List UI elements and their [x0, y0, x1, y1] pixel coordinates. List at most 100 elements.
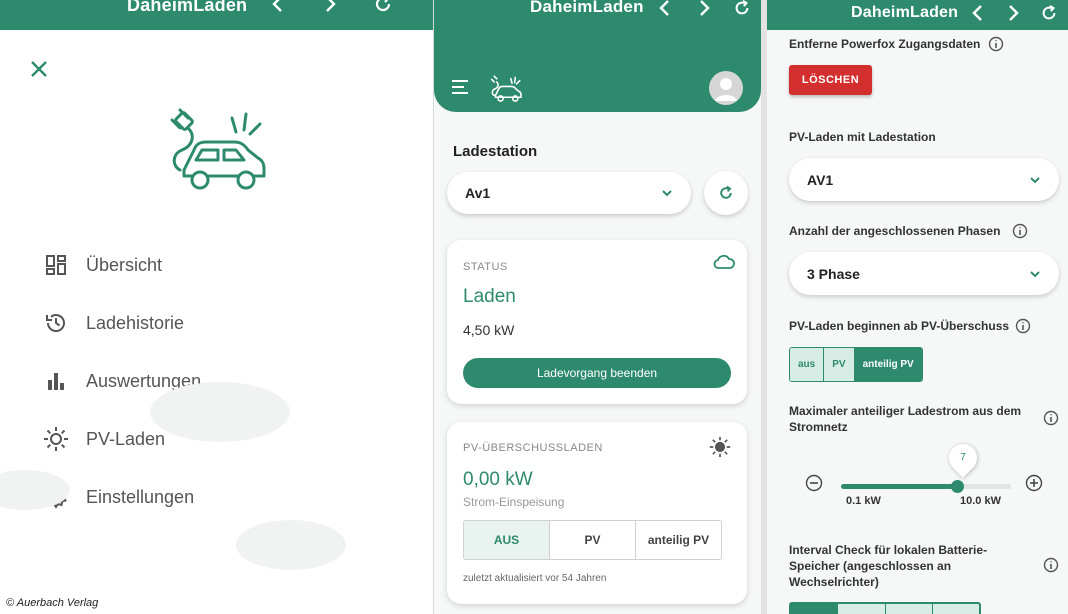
interval-check-label: Interval Check für lokalen Batterie- Spe…: [789, 542, 987, 590]
back-arrow-icon[interactable]: [257, 0, 297, 19]
pv-start-option-aus[interactable]: aus: [790, 348, 825, 381]
increase-button[interactable]: [1025, 474, 1043, 492]
pv-mode-toggle: AUS PV anteilig PV: [463, 520, 722, 560]
section-title-ladestation: Ladestation: [453, 143, 538, 160]
pv-start-toggle: aus PV anteilig PV: [789, 347, 923, 382]
slider-fill: [841, 484, 957, 489]
reload-icon[interactable]: [363, 0, 403, 19]
pv-power: 0,00 kW: [463, 469, 533, 490]
phases-label: Anzahl der angeschlossenen Phasen: [789, 224, 1001, 238]
max-current-label: Maximaler anteiliger Ladestrom aus dem S…: [789, 403, 1021, 435]
refresh-icon: [718, 185, 734, 201]
forward-arrow-icon[interactable]: [311, 0, 351, 19]
menu-item-ladehistorie[interactable]: Ladehistorie: [42, 294, 201, 352]
app-bar: DaheimLaden: [767, 0, 1068, 30]
pv-station-label: PV-Laden mit Ladestation: [789, 130, 936, 144]
menu-item-label: Einstellungen: [86, 486, 195, 507]
menu-item-label: Ladehistorie: [86, 312, 185, 333]
bar-chart-icon: [42, 367, 70, 395]
charging-state: Laden: [463, 286, 516, 307]
avatar[interactable]: [709, 71, 743, 105]
pv-station-select[interactable]: AV1: [789, 158, 1059, 201]
decrease-button[interactable]: [805, 474, 823, 492]
interval-option[interactable]: [886, 604, 933, 614]
slider-min-label: 0.1 kW: [846, 495, 881, 507]
reload-icon[interactable]: [1031, 0, 1068, 28]
background-cloud: [236, 520, 346, 570]
back-arrow-icon[interactable]: [958, 0, 995, 28]
pv-card-label: PV-ÜBERSCHUSSLADEN: [463, 442, 603, 454]
refresh-button[interactable]: [704, 171, 748, 215]
sun-icon: [42, 425, 70, 453]
cloud-icon: [713, 254, 735, 270]
interval-label-line3: Wechselrichter): [789, 575, 879, 589]
copyright-credit: © Auerbach Verlag: [6, 597, 99, 609]
menu-hamburger-icon[interactable]: [450, 79, 470, 95]
pv-start-option-anteilig[interactable]: anteilig PV: [854, 348, 922, 381]
settings-panel: DaheimLaden Entferne Powerfox Zugangsdat…: [761, 0, 1068, 614]
forward-arrow-icon[interactable]: [687, 0, 724, 23]
status-card-label: STATUS: [463, 261, 508, 273]
phases-select-value: 3 Phase: [807, 265, 860, 282]
interval-label-line2: Speicher (angeschlossen an: [789, 559, 952, 573]
delete-powerfox-button[interactable]: LÖSCHEN: [789, 65, 872, 95]
chevron-down-icon: [1029, 270, 1041, 278]
pv-start-option-pv[interactable]: PV: [824, 348, 855, 381]
pv-mode-option-anteilig[interactable]: anteilig PV: [636, 521, 721, 559]
pv-mode-option-aus[interactable]: AUS: [464, 521, 550, 559]
charging-power: 4,50 kW: [463, 322, 515, 338]
reload-icon[interactable]: [724, 0, 761, 23]
info-icon[interactable]: [1043, 410, 1059, 426]
close-icon[interactable]: [26, 56, 52, 82]
sun-icon: [709, 436, 731, 458]
app-bar: DaheimLaden: [434, 0, 761, 112]
status-card: STATUS Laden 4,50 kW Ladevorgang beenden: [447, 240, 747, 404]
pv-power-subtitle: Strom-Einspeisung: [463, 495, 565, 509]
pv-start-label: PV-Laden beginnen ab PV-Überschuss: [789, 319, 1010, 333]
slider-value: 7: [960, 452, 966, 463]
app-logo-car-plug-icon: [489, 73, 523, 103]
max-current-label-line1: Maximaler anteiliger Ladestrom aus dem: [789, 404, 1022, 418]
back-arrow-icon[interactable]: [646, 0, 683, 23]
dashboard-icon: [42, 251, 70, 279]
interval-option[interactable]: [838, 604, 886, 614]
drawer-panel: DaheimLaden Übersicht Ladehistorie Auswe…: [0, 0, 433, 614]
info-icon[interactable]: [1043, 557, 1059, 573]
slider-value-bubble: 7: [943, 438, 983, 478]
station-select-value: Av1: [465, 185, 491, 201]
max-current-label-line2: Stromnetz: [789, 420, 848, 434]
powerfox-label: Entferne Powerfox Zugangsdaten: [789, 37, 981, 51]
app-logo-car-plug-icon: [166, 100, 268, 194]
chevron-down-icon: [661, 189, 673, 197]
interval-option[interactable]: [933, 604, 979, 614]
chevron-down-icon: [1029, 176, 1041, 184]
menu-item-label: PV-Laden: [86, 428, 166, 449]
slider-handle[interactable]: [950, 480, 964, 493]
phases-select[interactable]: 3 Phase: [789, 252, 1059, 295]
last-updated-text: zuletzt aktualisiert vor 54 Jahren: [463, 573, 607, 584]
pv-mode-option-pv[interactable]: PV: [550, 521, 636, 559]
menu-item-label: Übersicht: [86, 254, 163, 275]
menu-item-uebersicht[interactable]: Übersicht: [42, 236, 201, 294]
max-current-slider[interactable]: [841, 480, 1011, 493]
app-title: DaheimLaden: [127, 0, 248, 15]
app-title: DaheimLaden: [530, 0, 644, 16]
pv-station-select-value: AV1: [807, 171, 834, 188]
end-charging-button[interactable]: Ladevorgang beenden: [463, 358, 731, 388]
slider-max-label: 10.0 kW: [960, 495, 1001, 507]
info-icon[interactable]: [1012, 223, 1028, 239]
background-cloud: [150, 382, 290, 442]
app-title: DaheimLaden: [851, 4, 959, 21]
interval-option[interactable]: [791, 604, 839, 614]
station-select[interactable]: Av1: [447, 172, 691, 214]
app-bar: DaheimLaden: [0, 0, 433, 30]
pv-surplus-card: PV-ÜBERSCHUSSLADEN 0,00 kW Strom-Einspei…: [447, 422, 747, 604]
dashboard-panel: DaheimLaden Ladestation Av1 STATUS Laden…: [433, 0, 761, 614]
interval-label-line1: Interval Check für lokalen Batterie-: [789, 543, 988, 557]
interval-toggle[interactable]: [789, 602, 981, 614]
info-icon[interactable]: [1015, 318, 1031, 334]
forward-arrow-icon[interactable]: [995, 0, 1032, 28]
history-icon: [42, 309, 70, 337]
screenshot-collage: DaheimLaden Übersicht Ladehistorie Auswe…: [0, 0, 1068, 614]
info-icon[interactable]: [988, 36, 1004, 52]
